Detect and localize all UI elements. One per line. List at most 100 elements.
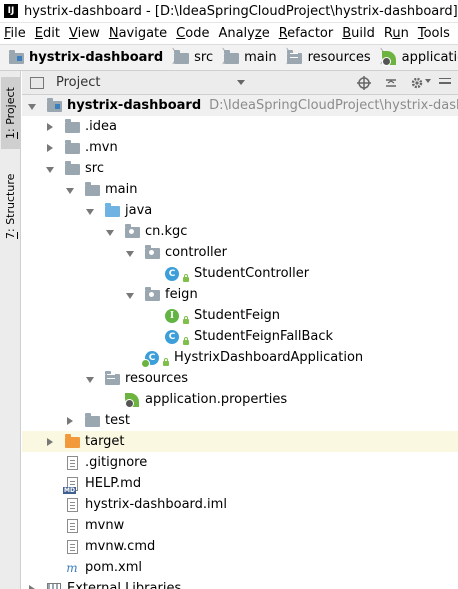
tree-label: .mvn [85, 140, 118, 155]
menu-item[interactable]: Code [176, 26, 209, 41]
breadcrumb-item-main[interactable]: main [223, 50, 277, 66]
tree-label: application.properties [145, 392, 288, 407]
maven-icon: m [66, 560, 78, 575]
project-tree[interactable]: hystrix-dashboard D:\IdeaSpringCloudProj… [22, 95, 458, 589]
tree-row-controller[interactable]: controller [22, 242, 458, 263]
module-file-icon [64, 497, 80, 513]
package-icon [144, 245, 160, 261]
menu-item[interactable]: Run [384, 26, 409, 41]
tree-row-external-libraries[interactable]: External Libraries [22, 578, 458, 589]
tree-label: External Libraries [67, 581, 182, 589]
breadcrumb-label: main [244, 50, 277, 65]
collapse-all-icon[interactable] [384, 76, 398, 90]
project-tab-label: 1: Project [4, 87, 17, 139]
tree-row-src[interactable]: src [22, 158, 458, 179]
folder-icon [173, 50, 189, 66]
menu-item[interactable]: Analyze [218, 26, 269, 41]
chevron-down-icon[interactable] [86, 207, 94, 215]
tree-label: StudentFeignFallBack [194, 329, 334, 344]
gear-dropdown-icon[interactable] [425, 79, 431, 83]
menu-item[interactable]: View [69, 26, 100, 41]
tree-label: test [105, 413, 130, 428]
tree-row-help[interactable]: MD HELP.md [22, 473, 458, 494]
chevron-right-icon[interactable] [46, 143, 54, 152]
chevron-right-icon[interactable] [46, 122, 54, 131]
breadcrumb-item-file[interactable]: application.pro [381, 50, 458, 66]
library-icon [46, 581, 62, 589]
tree-label: cn.kgc [145, 224, 188, 239]
tree-row-pom[interactable]: m pom.xml [22, 557, 458, 578]
tree-row-target[interactable]: target [22, 431, 458, 452]
tree-row-test[interactable]: test [22, 410, 458, 431]
package-icon [124, 224, 140, 240]
menu-item[interactable]: Edit [35, 26, 60, 41]
chevron-down-icon[interactable] [66, 186, 74, 194]
breadcrumb: hystrix-dashboard src main resources app… [0, 44, 458, 71]
chevron-down-icon[interactable] [86, 375, 94, 383]
menu-item[interactable]: Navigate [109, 26, 167, 41]
tree-label: HELP.md [85, 476, 142, 491]
chevron-right-icon[interactable] [66, 416, 74, 425]
tree-row-root[interactable]: hystrix-dashboard D:\IdeaSpringCloudProj… [22, 95, 458, 116]
text-file-icon [64, 539, 80, 555]
tree-row-student-feign-fallback[interactable]: C StudentFeignFallBack [22, 326, 458, 347]
tree-row-main[interactable]: main [22, 179, 458, 200]
tree-label: .gitignore [85, 455, 148, 470]
tree-row-package[interactable]: cn.kgc [22, 221, 458, 242]
folder-icon [64, 140, 80, 156]
class-icon: C [164, 266, 189, 282]
chevron-down-icon[interactable] [237, 80, 245, 85]
chevron-down-icon[interactable] [46, 165, 54, 173]
tree-row-idea[interactable]: .idea [22, 116, 458, 137]
menu-item[interactable]: Refactor [279, 26, 334, 41]
chevron-down-icon[interactable] [106, 228, 114, 236]
menu-item[interactable]: Tools [418, 26, 450, 41]
tree-row-resources[interactable]: resources [22, 368, 458, 389]
tab-project[interactable]: 1: Project [1, 77, 20, 149]
tree-row-application-properties[interactable]: application.properties [22, 389, 458, 410]
tree-label: main [105, 182, 138, 197]
chevron-down-icon[interactable] [28, 102, 36, 110]
menu-bar: File Edit View Navigate Code Analyze Refactor B… [0, 23, 458, 44]
menu-item[interactable]: File [4, 26, 26, 41]
tree-row-student-controller[interactable]: C StudentController [22, 263, 458, 284]
chevron-right-icon[interactable] [28, 584, 36, 589]
tree-row-java[interactable]: java [22, 200, 458, 221]
markdown-file-icon: MD [63, 476, 80, 494]
gear-icon[interactable] [410, 76, 424, 90]
structure-tab-label: 7: Structure [4, 173, 17, 239]
tree-row-student-feign[interactable]: I StudentFeign [22, 305, 458, 326]
tree-label: target [85, 434, 125, 449]
tree-row-mvnw[interactable]: mvnw [22, 515, 458, 536]
scroll-from-source-icon[interactable] [357, 76, 371, 90]
folder-icon [64, 161, 80, 177]
folder-icon [223, 50, 239, 66]
breadcrumb-item-project[interactable]: hystrix-dashboard [8, 50, 163, 66]
breadcrumb-label: src [194, 50, 214, 65]
breadcrumb-item-resources[interactable]: resources [287, 50, 371, 66]
spring-boot-class-icon: C [141, 350, 169, 368]
tree-row-gitignore[interactable]: .gitignore [22, 452, 458, 473]
tree-label: StudentFeign [194, 308, 281, 323]
project-view-icon [29, 75, 45, 91]
folder-icon [84, 182, 100, 198]
tree-row-mvn[interactable]: .mvn [22, 137, 458, 158]
hide-panel-icon[interactable] [438, 76, 452, 90]
chevron-down-icon[interactable] [126, 291, 134, 299]
tree-label: src [85, 161, 104, 176]
module-folder-icon [8, 50, 24, 66]
tree-row-iml[interactable]: hystrix-dashboard.iml [22, 494, 458, 515]
menu-item[interactable]: Build [342, 26, 375, 41]
tree-row-feign[interactable]: feign [22, 284, 458, 305]
title-bar: IJ hystrix-dashboard - [D:\IdeaSpringClo… [0, 0, 458, 23]
breadcrumb-item-src[interactable]: src [173, 50, 213, 66]
chevron-right-icon[interactable] [46, 437, 54, 446]
tree-row-application-class[interactable]: C HystrixDashboardApplication [22, 347, 458, 368]
tab-structure[interactable]: 7: Structure [1, 163, 20, 249]
chevron-down-icon[interactable] [126, 249, 134, 257]
spring-properties-icon [381, 50, 397, 66]
intellij-logo-icon: IJ [4, 4, 18, 18]
tree-label: java [125, 203, 153, 218]
tree-label: mvnw.cmd [85, 539, 156, 554]
tree-row-mvnw-cmd[interactable]: mvnw.cmd [22, 536, 458, 557]
